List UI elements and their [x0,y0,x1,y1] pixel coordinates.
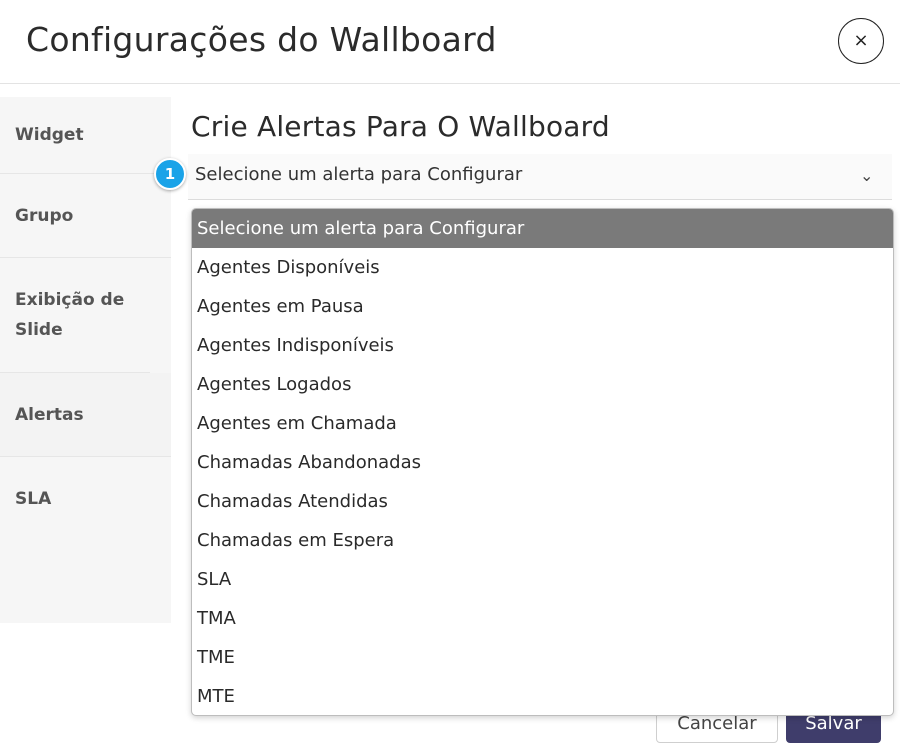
modal-header: Configurações do Wallboard × [0,0,900,84]
section-heading: Crie Alertas Para O Wallboard [191,110,610,143]
dropdown-option[interactable]: Chamadas Atendidas [192,482,893,521]
dropdown-option[interactable]: TMA [192,599,893,638]
dropdown-option[interactable]: TME [192,638,893,677]
dropdown-option[interactable]: Agentes Disponíveis [192,248,893,287]
sidebar: Widget Grupo Exibição de Slide Alertas S… [0,97,171,623]
sidebar-item-label: SLA [15,489,52,509]
alert-select-dropdown: Selecione um alerta para Configurar Agen… [191,208,894,716]
sidebar-item-alertas[interactable]: Alertas [0,373,171,457]
dropdown-option[interactable]: MTE [192,677,893,715]
sidebar-item-label: Alertas [15,404,84,425]
alert-select-value: Selecione um alerta para Configurar [195,164,523,185]
sidebar-item-grupo[interactable]: Grupo [0,174,171,258]
dropdown-option[interactable]: Agentes em Chamada [192,404,893,443]
close-button[interactable]: × [838,18,884,64]
sidebar-item-label: Widget [15,125,84,145]
dropdown-option[interactable]: SLA [192,560,893,599]
close-icon: × [853,30,869,51]
sidebar-item-label: Exibição de Slide [15,290,125,340]
sidebar-item-exibicao-de-slide[interactable]: Exibição de Slide [0,258,150,373]
dropdown-option[interactable]: Chamadas Abandonadas [192,443,893,482]
dropdown-option[interactable]: Selecione um alerta para Configurar [192,209,893,248]
sidebar-item-sla[interactable]: SLA [0,457,171,541]
step-badge: 1 [154,158,186,190]
dropdown-option[interactable]: Agentes Logados [192,365,893,404]
dropdown-option[interactable]: Agentes Indisponíveis [192,326,893,365]
dropdown-option[interactable]: Chamadas em Espera [192,521,893,560]
modal-title: Configurações do Wallboard [26,20,497,59]
alert-select[interactable]: Selecione um alerta para Configurar ⌄ [188,154,892,200]
dropdown-option[interactable]: Agentes em Pausa [192,287,893,326]
chevron-down-icon: ⌄ [860,166,874,185]
sidebar-item-widget[interactable]: Widget [0,97,171,174]
sidebar-item-label: Grupo [15,205,74,226]
